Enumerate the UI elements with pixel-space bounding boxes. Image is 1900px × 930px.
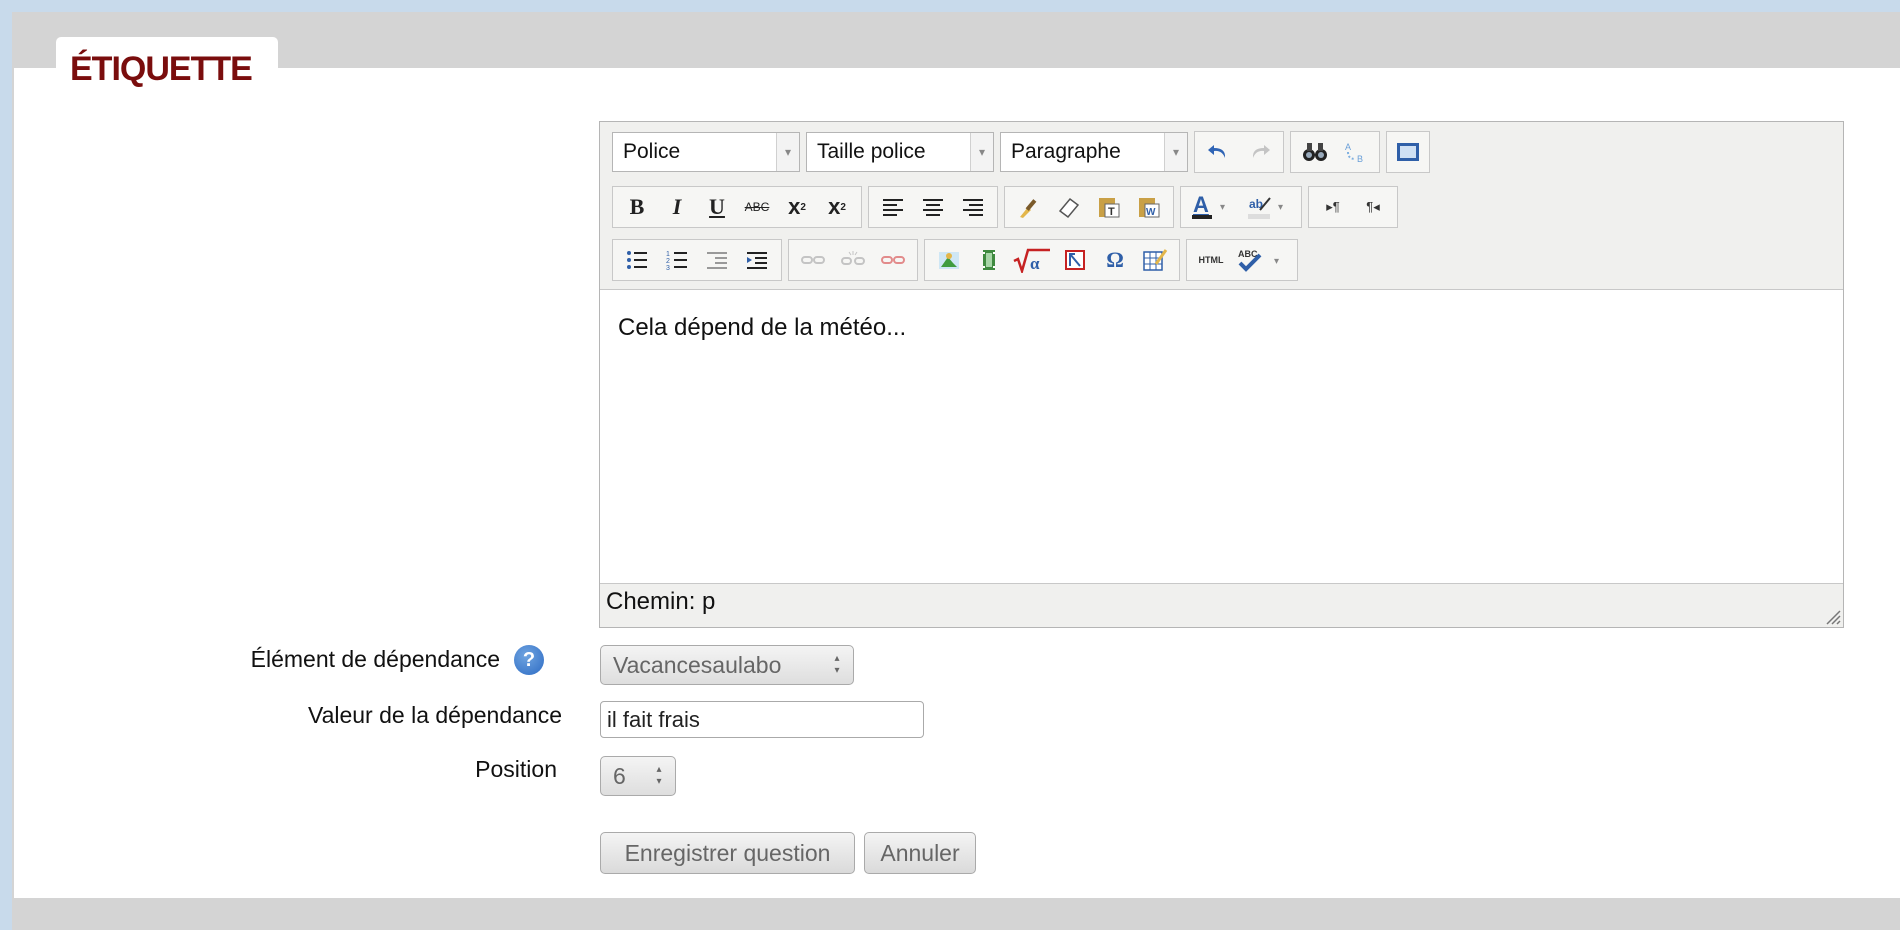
- help-icon[interactable]: ?: [514, 645, 544, 675]
- ltr-icon[interactable]: ▸¶: [1313, 189, 1353, 225]
- rich-text-editor: Police ▾ Taille police ▾ Paragraphe ▾ AB: [599, 121, 1844, 628]
- align-group: [868, 186, 998, 228]
- svg-text:T: T: [1108, 206, 1115, 218]
- code-group: HTML ABC ▾: [1186, 239, 1298, 281]
- underline-icon[interactable]: U: [697, 189, 737, 225]
- size-select[interactable]: Taille police ▾: [806, 132, 994, 172]
- format-select-label: Paragraphe: [1011, 140, 1121, 163]
- svg-text:W: W: [1146, 207, 1156, 218]
- superscript-icon[interactable]: x2: [817, 189, 857, 225]
- chevron-down-icon: ▾: [776, 133, 799, 171]
- text-style-group: B I U ABC x2 x2: [612, 186, 862, 228]
- position-label: Position: [475, 756, 557, 782]
- list-group: 123: [612, 239, 782, 281]
- align-center-icon[interactable]: [913, 189, 953, 225]
- color-group: A ▾ ab ▾: [1180, 186, 1302, 228]
- bold-icon[interactable]: B: [617, 189, 657, 225]
- image-icon[interactable]: [929, 242, 969, 278]
- highlight-color-icon[interactable]: ab ▾: [1241, 189, 1297, 225]
- dependency-select[interactable]: Vacancesaulabo ▴ ▾: [600, 645, 854, 685]
- special-char-icon[interactable]: Ω: [1095, 242, 1135, 278]
- link-group: [788, 239, 918, 281]
- anchor-icon[interactable]: [873, 242, 913, 278]
- font-select-label: Police: [623, 140, 681, 163]
- dependency-select-value: Vacancesaulabo: [613, 651, 782, 678]
- toolbar-row-1: Police ▾ Taille police ▾ Paragraphe ▾ AB: [612, 130, 1436, 174]
- link-icon[interactable]: [793, 242, 833, 278]
- toolbar-row-2: B I U ABC x2 x2 T W A ▾ ab ▾ ▸¶ ¶◂: [612, 185, 1404, 229]
- indent-icon[interactable]: [737, 242, 777, 278]
- spinner-arrows-icon: ▴ ▾: [834, 653, 840, 676]
- italic-icon[interactable]: I: [657, 189, 697, 225]
- history-group: [1194, 131, 1284, 173]
- svg-text:B: B: [1357, 154, 1363, 164]
- format-select[interactable]: Paragraphe ▾: [1000, 132, 1188, 172]
- redo-icon[interactable]: [1239, 134, 1279, 170]
- editor-path: Chemin: p: [606, 588, 716, 615]
- outdent-icon[interactable]: [697, 242, 737, 278]
- find-icon[interactable]: [1295, 134, 1335, 170]
- numbered-list-icon[interactable]: 123: [657, 242, 697, 278]
- toolbar-row-3: 123 α Ω HTML ABC ▾: [612, 238, 1304, 282]
- chevron-down-icon: ▾: [1164, 133, 1187, 171]
- svg-text:A: A: [1345, 142, 1351, 152]
- insert-group: α Ω: [924, 239, 1180, 281]
- spellcheck-icon[interactable]: ABC ▾: [1231, 242, 1293, 278]
- chevron-down-icon: ▾: [970, 133, 993, 171]
- size-select-label: Taille police: [817, 140, 926, 163]
- align-right-icon[interactable]: [953, 189, 993, 225]
- resize-handle-icon[interactable]: [1823, 607, 1841, 625]
- view-group: [1386, 131, 1430, 173]
- svg-text:A: A: [1193, 194, 1209, 217]
- align-left-icon[interactable]: [873, 189, 913, 225]
- paste-text-icon[interactable]: T: [1089, 189, 1129, 225]
- search-group: AB: [1290, 131, 1380, 173]
- section-title: ÉTIQUETTE: [70, 50, 253, 88]
- text-color-icon[interactable]: A ▾: [1185, 189, 1241, 225]
- html-icon[interactable]: HTML: [1191, 242, 1231, 278]
- replace-icon[interactable]: AB: [1335, 134, 1375, 170]
- strikethrough-icon[interactable]: ABC: [737, 189, 777, 225]
- cancel-button[interactable]: Annuler: [864, 832, 976, 874]
- subscript-icon[interactable]: x2: [777, 189, 817, 225]
- dependency-value-label: Valeur de la dépendance: [307, 702, 562, 728]
- svg-text:▾: ▾: [1278, 202, 1283, 213]
- svg-text:α: α: [1030, 254, 1040, 273]
- unlink-icon[interactable]: [833, 242, 873, 278]
- position-select-value: 6: [613, 762, 626, 789]
- equation-icon[interactable]: α: [1009, 242, 1055, 278]
- cleanup-icon[interactable]: [1009, 189, 1049, 225]
- svg-text:▾: ▾: [1274, 256, 1279, 267]
- svg-text:▾: ▾: [1220, 202, 1225, 213]
- table-icon[interactable]: [1135, 242, 1175, 278]
- editor-content-area[interactable]: Cela dépend de la météo...: [600, 289, 1843, 584]
- bullet-list-icon[interactable]: [617, 242, 657, 278]
- editor-content-text: Cela dépend de la météo...: [618, 314, 907, 341]
- eraser-icon[interactable]: [1049, 189, 1089, 225]
- fullscreen-icon[interactable]: [1391, 134, 1425, 170]
- spinner-arrows-icon: ▴ ▾: [656, 764, 662, 787]
- dependency-value-input[interactable]: [600, 701, 924, 738]
- undo-icon[interactable]: [1199, 134, 1239, 170]
- nolink-icon[interactable]: [1055, 242, 1095, 278]
- clean-group: T W: [1004, 186, 1174, 228]
- svg-text:3: 3: [666, 265, 670, 271]
- svg-text:2: 2: [666, 258, 670, 265]
- media-icon[interactable]: [969, 242, 1009, 278]
- svg-text:1: 1: [666, 251, 670, 258]
- save-question-button[interactable]: Enregistrer question: [600, 832, 855, 874]
- rtl-icon[interactable]: ¶◂: [1353, 189, 1393, 225]
- direction-group: ▸¶ ¶◂: [1308, 186, 1398, 228]
- position-select[interactable]: 6 ▴ ▾: [600, 756, 676, 796]
- dependency-label: Élément de dépendance: [250, 646, 500, 672]
- font-select[interactable]: Police ▾: [612, 132, 800, 172]
- paste-word-icon[interactable]: W: [1129, 189, 1169, 225]
